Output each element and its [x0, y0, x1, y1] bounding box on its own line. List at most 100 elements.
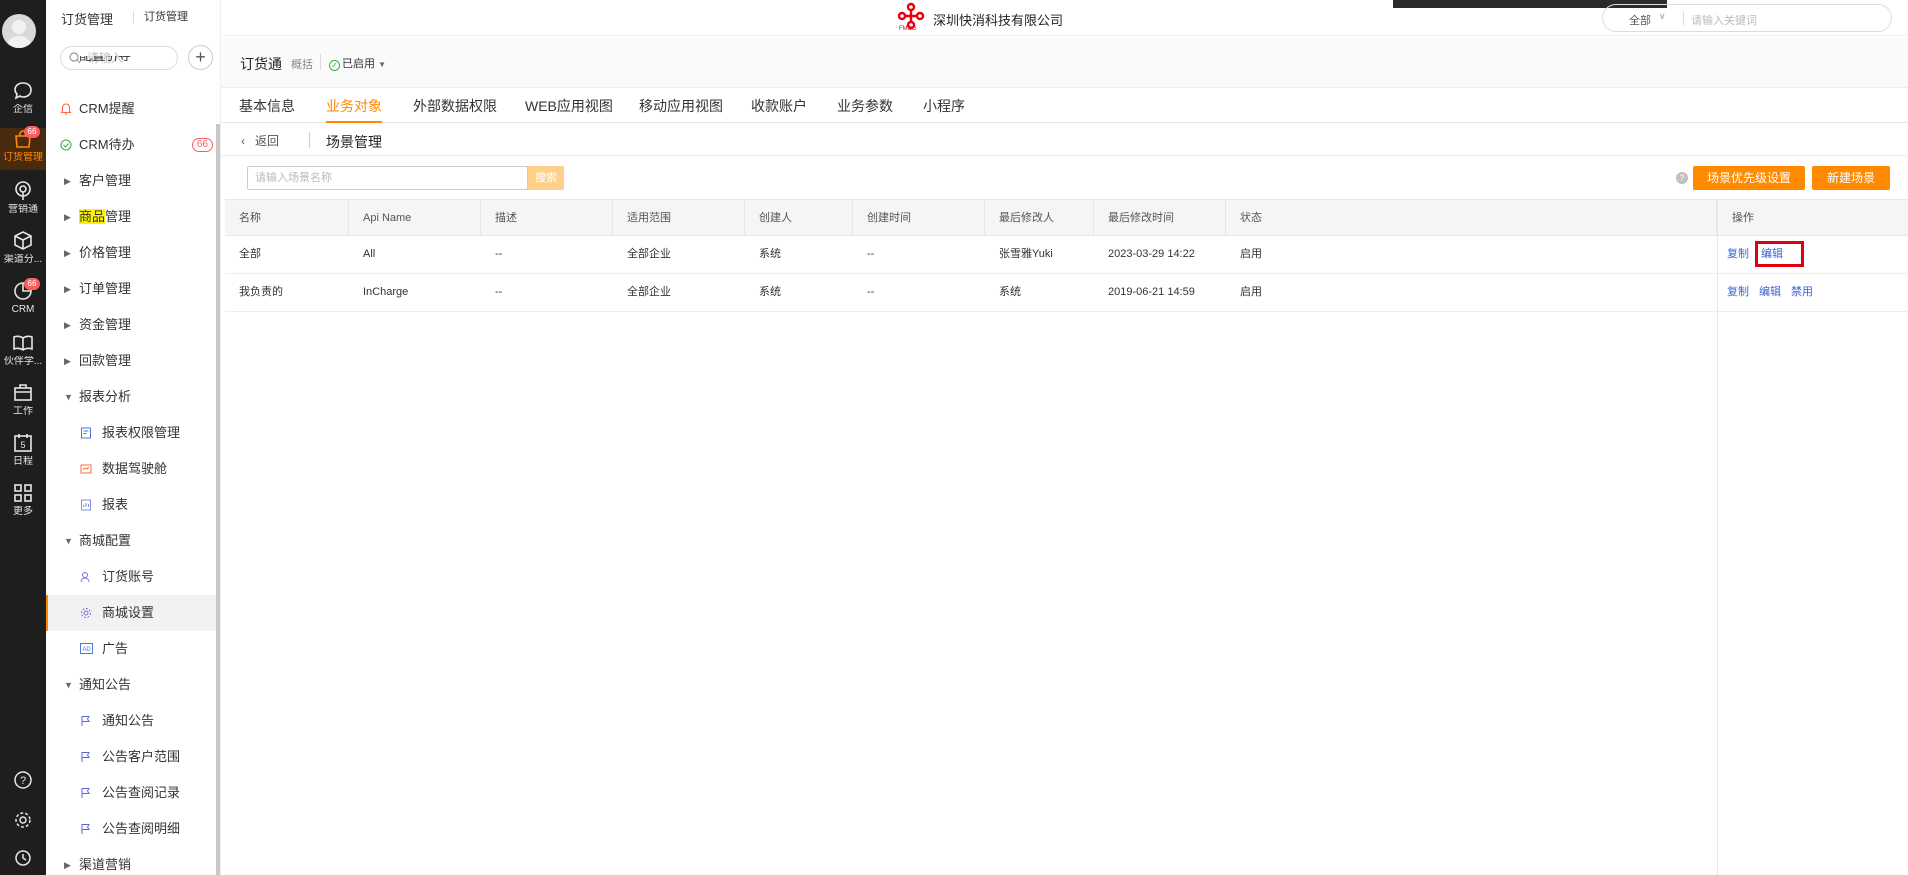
column-header[interactable]: 适用范围: [613, 200, 745, 236]
tab-payment-account[interactable]: 收款账户: [751, 96, 807, 123]
caret-down-icon: ▼: [64, 392, 73, 402]
column-header[interactable]: 最后修改时间: [1094, 200, 1226, 236]
column-header[interactable]: 描述: [481, 200, 613, 236]
menu-item-mall-settings[interactable]: 商城设置: [46, 595, 221, 631]
history-button[interactable]: [0, 844, 46, 872]
app-header: 订货通 概括 ✓ 已启用 ▼: [221, 38, 1908, 88]
menu-item-report-permission[interactable]: 报表权限管理: [46, 415, 221, 451]
column-header[interactable]: 最后修改人: [985, 200, 1094, 236]
global-search[interactable]: 全部 ∨ 请输入关键词: [1602, 4, 1892, 32]
dashboard-icon: [80, 464, 92, 474]
chevron-down-icon: ∨: [1659, 11, 1666, 21]
overview-link[interactable]: 概括: [291, 56, 313, 72]
menu-item-notice-group[interactable]: ▼ 通知公告: [46, 667, 221, 703]
table-row[interactable]: 全部 All -- 全部企业 系统 -- 张雪雅Yuki 2023-03-29 …: [225, 236, 1908, 274]
flag-icon: [81, 716, 90, 726]
rail-item-work[interactable]: 工作: [0, 382, 46, 426]
menu-item-dashboard[interactable]: 数据驾驶舱: [46, 451, 221, 487]
menu-item-crm-reminder[interactable]: CRM提醒: [46, 91, 221, 127]
book-icon: [13, 335, 33, 351]
column-header[interactable]: Api Name: [349, 200, 481, 236]
svg-text:AD: AD: [82, 647, 91, 653]
menu-item-funds[interactable]: ▶ 资金管理: [46, 307, 221, 343]
rail-item-channel[interactable]: 渠道分...: [0, 230, 46, 274]
column-header[interactable]: 创建人: [745, 200, 853, 236]
sub-header: ‹ 返回 场景管理: [221, 124, 1908, 156]
global-search-input[interactable]: 请输入关键词: [1691, 12, 1757, 28]
tab-mini-program[interactable]: 小程序: [923, 96, 965, 123]
tab-external-data-permissions[interactable]: 外部数据权限: [413, 96, 497, 123]
cell-created-time: --: [867, 286, 875, 298]
menu-item-mall-config[interactable]: ▼ 商城配置: [46, 523, 221, 559]
cell-status: 启用: [1240, 286, 1262, 298]
scene-table: 名称 Api Name 描述 适用范围 创建人 创建时间 最后修改人 最后修改时…: [225, 199, 1908, 875]
tab-mobile-app-view[interactable]: 移动应用视图: [639, 96, 723, 123]
report-icon: [81, 499, 91, 511]
cell-modified-time: 2019-06-21 14:59: [1108, 286, 1195, 298]
menu-scrollbar[interactable]: [216, 124, 220, 875]
edit-link[interactable]: 编辑: [1755, 241, 1804, 267]
menu-item-notice-scope[interactable]: 公告客户范围: [46, 739, 221, 775]
cell-scope: 全部企业: [627, 286, 671, 298]
chevron-left-icon: ‹: [241, 134, 245, 148]
rail-item-order-management[interactable]: 订货管理 66: [0, 126, 46, 170]
menu-item-notice-read-details[interactable]: 公告查阅明细: [46, 811, 221, 847]
status-dropdown[interactable]: ✓ 已启用 ▼: [329, 55, 386, 71]
help-button[interactable]: ?: [0, 766, 46, 794]
menu-item-ad[interactable]: AD 广告: [46, 631, 221, 667]
ad-icon: AD: [80, 643, 93, 654]
todo-badge: 66: [191, 138, 213, 152]
search-button[interactable]: 搜索: [528, 166, 564, 190]
menu-item-crm-todo[interactable]: CRM待办 66: [46, 127, 221, 163]
flag-icon: [81, 752, 90, 762]
caret-right-icon: ▶: [64, 284, 71, 294]
rail-item-chat[interactable]: 企信: [0, 80, 46, 124]
search-scope-select[interactable]: 全部: [1629, 12, 1651, 28]
menu-item-order-account[interactable]: 订货账号: [46, 559, 221, 595]
menu-item-customer[interactable]: ▶ 客户管理: [46, 163, 221, 199]
menu-item-notice[interactable]: 通知公告: [46, 703, 221, 739]
menu-item-report-analysis[interactable]: ▼ 报表分析: [46, 379, 221, 415]
menu-item-product[interactable]: ▶ 商品管理: [46, 199, 221, 235]
avatar[interactable]: [2, 14, 36, 48]
calendar-icon: 5: [14, 434, 32, 452]
menu-item-notice-read-records[interactable]: 公告查阅记录: [46, 775, 221, 811]
back-button[interactable]: ‹ 返回: [241, 132, 279, 149]
column-header[interactable]: 名称: [225, 200, 349, 236]
rail-item-partner-learning[interactable]: 伙伴学...: [0, 332, 46, 376]
disable-link[interactable]: 禁用: [1791, 286, 1813, 298]
scene-search-input[interactable]: 请输入场景名称: [247, 166, 528, 190]
edit-link[interactable]: 编辑: [1759, 286, 1781, 298]
logo-subtext: FMCG: [899, 26, 917, 32]
new-scene-button[interactable]: 新建场景: [1812, 166, 1890, 190]
rail-item-more[interactable]: 更多: [0, 482, 46, 526]
copy-link[interactable]: 复制: [1727, 248, 1749, 260]
column-header[interactable]: 创建时间: [853, 200, 985, 236]
menu-item-order[interactable]: ▶ 订单管理: [46, 271, 221, 307]
tab-basic-info[interactable]: 基本信息: [239, 96, 295, 123]
column-header[interactable]: 状态: [1226, 200, 1717, 236]
cell-name: 我负责的: [239, 286, 283, 298]
cell-description: --: [495, 286, 503, 298]
cube-icon: [14, 231, 32, 250]
menu-item-guide[interactable]: 配置引导: [46, 56, 221, 78]
menu-item-price[interactable]: ▶ 价格管理: [46, 235, 221, 271]
menu-item-channel-marketing[interactable]: ▶ 渠道营销: [46, 847, 221, 875]
breadcrumb-sub[interactable]: 订货管理: [133, 11, 188, 23]
cell-actions: 复制 编辑: [1717, 236, 1814, 273]
help-icon[interactable]: ?: [1676, 172, 1688, 184]
menu-item-payment[interactable]: ▶ 回款管理: [46, 343, 221, 379]
menu-item-report[interactable]: 报表: [46, 487, 221, 523]
table-row[interactable]: 我负责的 InCharge -- 全部企业 系统 -- 系统 2019-06-2…: [225, 274, 1908, 312]
settings-button[interactable]: [0, 806, 46, 834]
tab-business-objects[interactable]: 业务对象: [326, 96, 382, 123]
rail-item-calendar[interactable]: 5 日程: [0, 432, 46, 476]
rail-item-marketing[interactable]: 营销通: [0, 180, 46, 224]
breadcrumb-main[interactable]: 订货管理: [61, 9, 113, 28]
clock-icon: [15, 850, 31, 866]
tab-web-app-view[interactable]: WEB应用视图: [525, 96, 613, 123]
rail-item-crm[interactable]: CRM 66: [0, 278, 46, 324]
copy-link[interactable]: 复制: [1727, 286, 1749, 298]
scene-priority-button[interactable]: 场景优先级设置: [1693, 166, 1805, 190]
tab-business-params[interactable]: 业务参数: [837, 96, 893, 123]
